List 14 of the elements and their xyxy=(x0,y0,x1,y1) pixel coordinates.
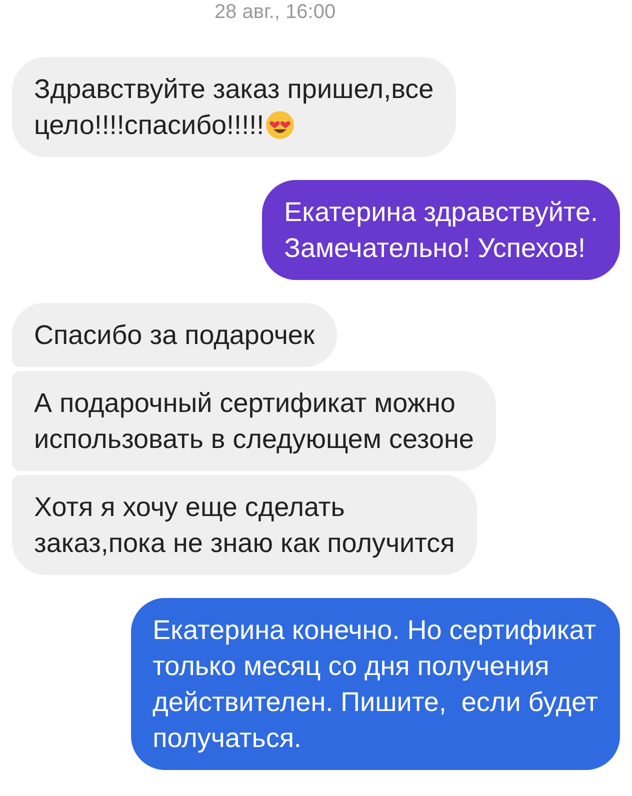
message-line: Здравствуйте заказ пришел,все xyxy=(34,73,434,106)
message-line: цело!!!!спасибо!!!!! xyxy=(34,109,264,142)
message-line: Замечательно! Успехов! xyxy=(284,232,586,265)
timestamp: 28 авг., 16:00 xyxy=(214,0,336,24)
message-line: действителен. Пишите, если будет xyxy=(152,686,598,719)
message-line: получаться. xyxy=(152,722,302,755)
message-line: использовать в следующем сезоне xyxy=(34,423,474,456)
message-line: Хотя я хочу еще сделать xyxy=(34,491,345,524)
message-line: Спасибо за подарочек xyxy=(34,319,315,352)
message-line: только месяц со дня получения xyxy=(152,650,550,683)
message-line: Екатерина конечно. Но сертификат xyxy=(152,614,596,647)
message-line: А подарочный сертификат можно xyxy=(34,387,456,420)
message-line: Екатерина здравствуйте. xyxy=(284,196,598,229)
message-line: заказ,пока не знаю как получится xyxy=(34,527,455,560)
